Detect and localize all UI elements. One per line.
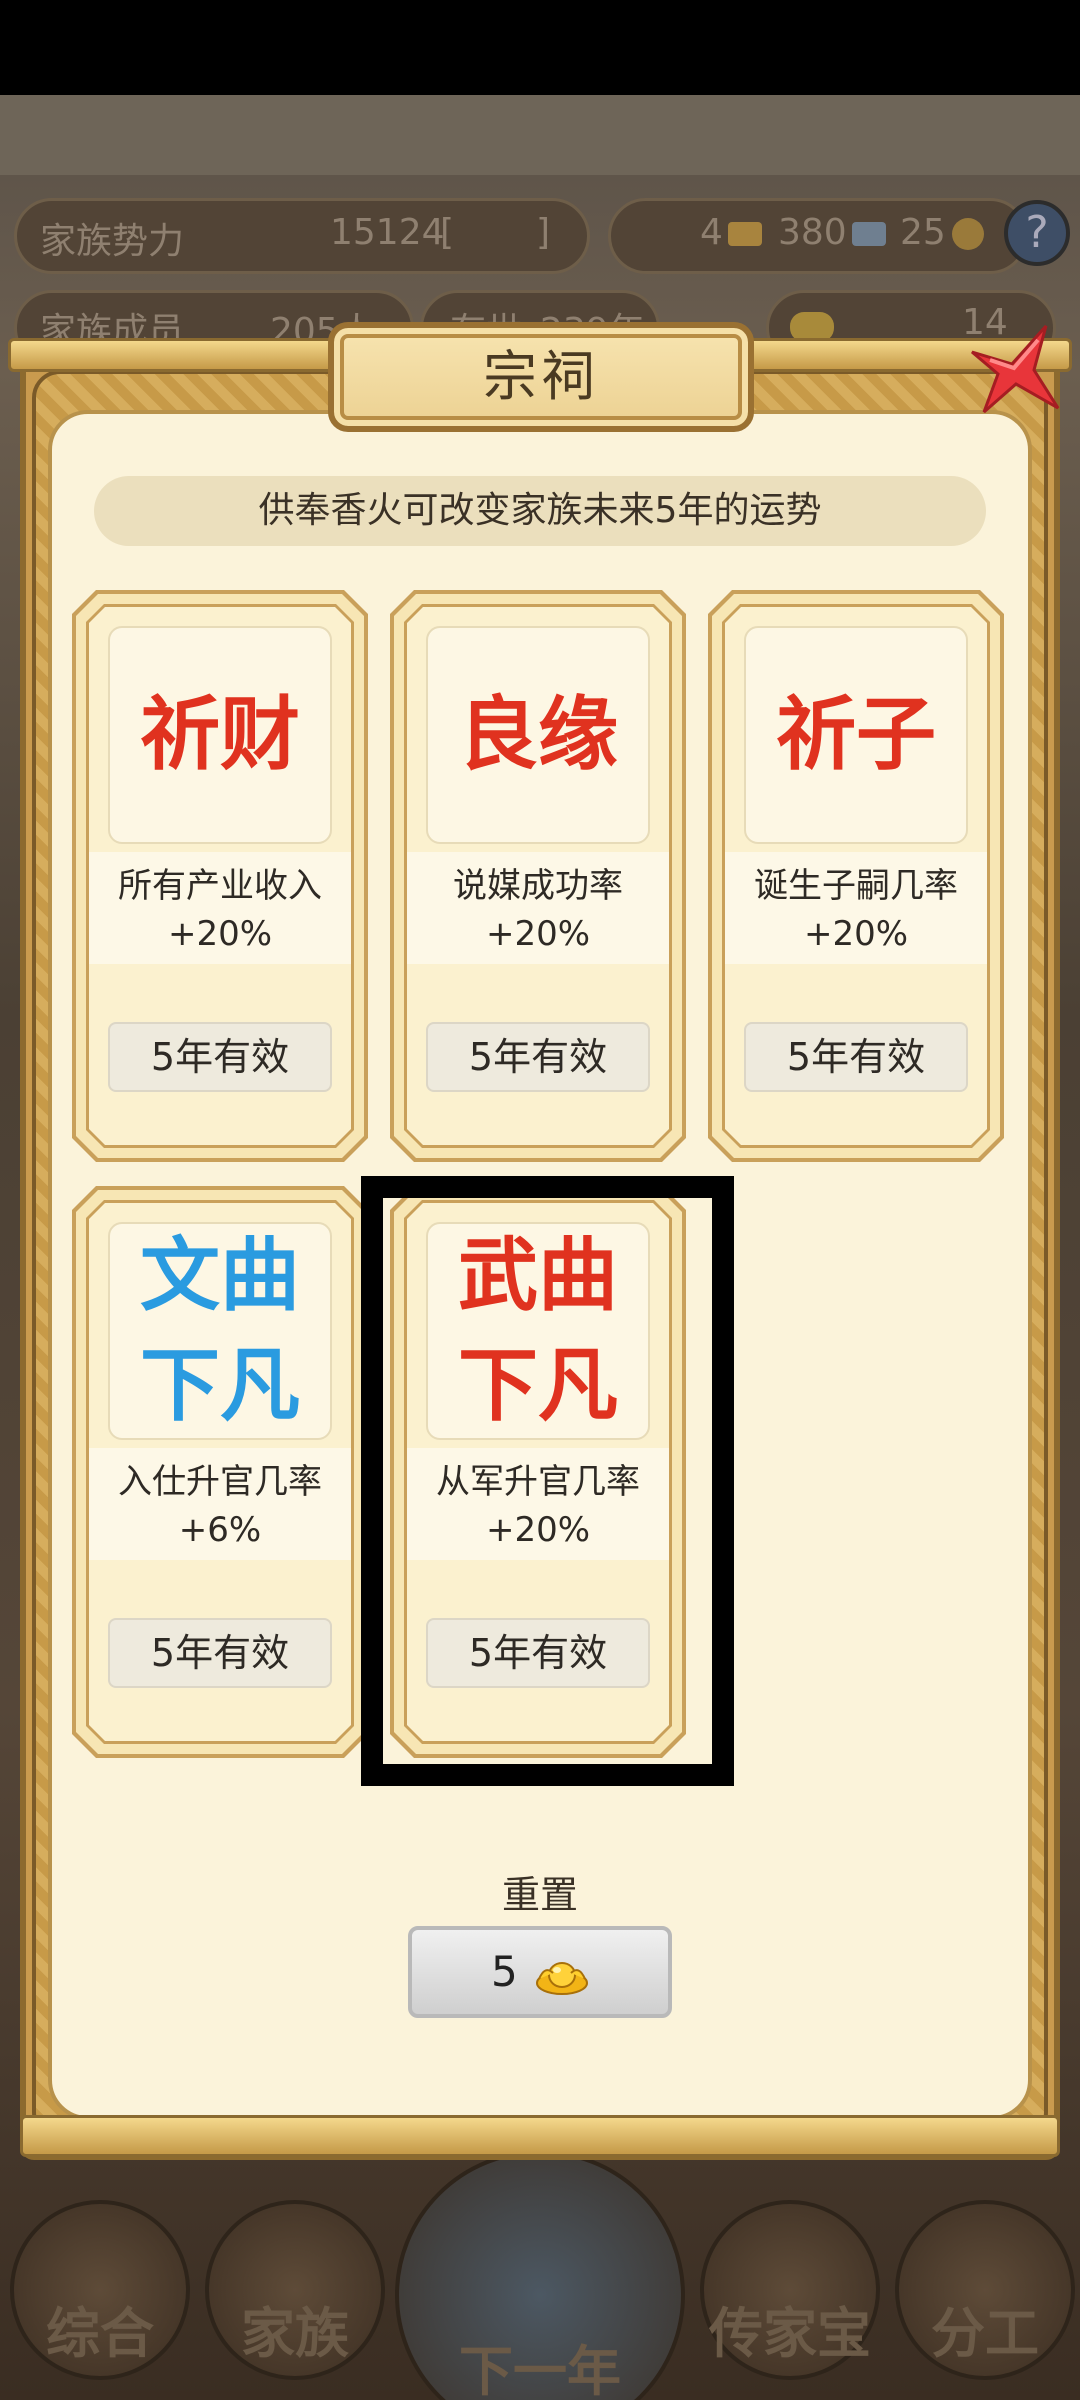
- close-button[interactable]: [954, 312, 1064, 422]
- card-name: 祈子: [744, 626, 968, 844]
- top-band: [0, 95, 1080, 175]
- card-duration: 5年有效: [108, 1618, 332, 1688]
- gold-ingot-icon: [536, 1961, 589, 1995]
- silver-bar-icon: [852, 222, 886, 246]
- coin-icon: [952, 218, 984, 250]
- family-power-label: 家族势力: [40, 221, 185, 262]
- dialog-subtitle: 供奉香火可改变家族未来5年的运势: [94, 476, 986, 546]
- nav-general-label: 综合: [46, 2302, 154, 2365]
- nav-division-label: 分工: [931, 2302, 1039, 2365]
- silver-count: 380: [778, 212, 847, 253]
- nav-heirloom[interactable]: 传家宝: [700, 2200, 880, 2380]
- nav-family[interactable]: 家族: [205, 2200, 385, 2380]
- reset-button[interactable]: 5: [408, 1926, 672, 2018]
- dialog-title-plaque: 宗祠: [328, 322, 754, 432]
- card-description: 诞生子嗣几率+20%: [754, 866, 958, 954]
- blessing-card-scholar[interactable]: 文曲下凡 入仕升官几率+6% 5年有效: [72, 1186, 368, 1758]
- nav-next-year-label: 下一年: [459, 2340, 621, 2400]
- family-power-bracket-open: [: [440, 212, 455, 253]
- card-description: 入仕升官几率+6%: [118, 1462, 322, 1550]
- nav-division[interactable]: 分工: [895, 2200, 1075, 2380]
- blessing-card-wealth[interactable]: 祈财 所有产业收入+20% 5年有效: [72, 590, 368, 1162]
- selection-highlight: [361, 1176, 734, 1786]
- dialog-title: 宗祠: [483, 345, 599, 408]
- help-button[interactable]: ?: [1004, 200, 1070, 266]
- nav-heirloom-label: 传家宝: [709, 2302, 871, 2365]
- gold-count: 4: [700, 212, 723, 253]
- reset-cost: 5: [490, 1947, 518, 1996]
- bottom-nav: 综合 家族 下一年 传家宝 分工: [0, 2140, 1080, 2400]
- coin-count: 25: [900, 212, 946, 253]
- gold-bar-icon: [728, 222, 762, 246]
- nav-family-label: 家族: [241, 2302, 349, 2365]
- nav-next-year[interactable]: 下一年: [395, 2150, 685, 2400]
- card-name: 祈财: [108, 626, 332, 844]
- card-description: 所有产业收入+20%: [118, 866, 322, 954]
- blessing-card-offspring[interactable]: 祈子 诞生子嗣几率+20% 5年有效: [708, 590, 1004, 1162]
- dialog-bottom-rail: [20, 2115, 1060, 2157]
- card-duration: 5年有效: [744, 1022, 968, 1092]
- reset-label: 重置: [501, 1873, 578, 1917]
- card-name: 文曲下凡: [108, 1222, 332, 1440]
- family-power-value: 15124: [330, 212, 445, 253]
- nav-general[interactable]: 综合: [10, 2200, 190, 2380]
- family-power-bracket-close: ]: [536, 212, 551, 253]
- status-bar: [0, 0, 1080, 95]
- card-description: 说媒成功率+20%: [453, 866, 623, 954]
- blessing-card-marriage[interactable]: 良缘 说媒成功率+20% 5年有效: [390, 590, 686, 1162]
- card-duration: 5年有效: [426, 1022, 650, 1092]
- close-icon: [971, 324, 1060, 414]
- card-name: 良缘: [426, 626, 650, 844]
- card-duration: 5年有效: [108, 1022, 332, 1092]
